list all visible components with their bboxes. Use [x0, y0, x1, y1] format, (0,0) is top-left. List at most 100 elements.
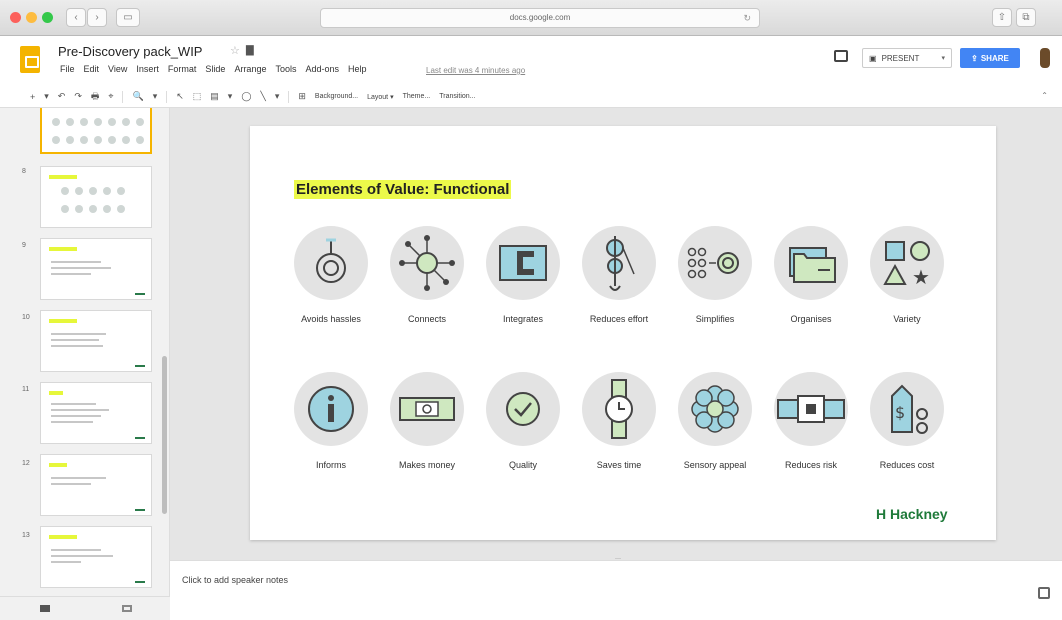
zoom-dropdown-icon[interactable]: ▾: [153, 91, 158, 102]
menu-arrange[interactable]: Arrange: [234, 64, 266, 74]
value-simplifies: Simplifies: [670, 226, 760, 325]
collapse-menu-icon[interactable]: ⌃: [1041, 91, 1048, 100]
text-box-icon[interactable]: ⬚: [193, 91, 202, 102]
zoom-icon[interactable]: 🔍: [132, 91, 143, 102]
slide-filmstrip: 8 9 10 11 12 13: [0, 108, 170, 596]
minimize-window-button[interactable]: [26, 12, 37, 23]
filmstrip-scrollbar[interactable]: [162, 356, 167, 514]
menu-view[interactable]: View: [108, 64, 127, 74]
banknote-icon: [399, 397, 455, 421]
value-label: Integrates: [502, 314, 544, 324]
value-label: Organises: [790, 314, 832, 324]
grid-view-icon[interactable]: [122, 605, 132, 612]
menu-file[interactable]: File: [60, 64, 75, 74]
new-slide-dropdown-icon[interactable]: ▾: [44, 91, 49, 102]
comments-icon[interactable]: [834, 50, 848, 62]
present-button[interactable]: ▣ PRESENT ▾: [862, 48, 952, 68]
dots-to-circle-icon: [687, 247, 739, 279]
share-icon: ⇪: [971, 53, 978, 63]
theme-button[interactable]: Theme...: [403, 93, 431, 100]
transition-button[interactable]: Transition...: [439, 93, 475, 100]
share-page-button[interactable]: ⇧: [992, 8, 1012, 27]
slide-thumbnail[interactable]: [40, 238, 152, 300]
paint-format-icon[interactable]: ⌖: [108, 91, 113, 102]
slide-thumbnail[interactable]: [40, 382, 152, 444]
value-label: Makes money: [398, 460, 456, 470]
slides-logo-icon[interactable]: [20, 46, 40, 73]
move-to-folder-icon[interactable]: ▇: [246, 45, 254, 56]
slide-number: 9: [22, 242, 26, 249]
value-label: Avoids hassles: [301, 314, 361, 324]
star-icon[interactable]: ☆: [230, 44, 240, 57]
network-hub-icon: [399, 235, 455, 291]
line-dropdown-icon[interactable]: ▾: [275, 91, 280, 102]
slide[interactable]: Elements of Value: Functional Avoids has…: [250, 126, 996, 540]
select-icon[interactable]: ↖: [176, 91, 184, 102]
slide-thumbnail-current[interactable]: [40, 108, 152, 154]
checkmark-icon: [506, 392, 540, 426]
value-quality: Quality: [478, 372, 568, 471]
speaker-notes-panel[interactable]: Click to add speaker notes: [170, 558, 1062, 620]
value-reduces-effort: Reduces effort: [574, 226, 664, 325]
forward-button[interactable]: ›: [87, 8, 107, 27]
new-slide-icon[interactable]: +: [30, 92, 35, 102]
toolbar-divider: [122, 90, 124, 103]
slide-thumbnail[interactable]: [40, 166, 152, 228]
last-edit-link[interactable]: Last edit was 4 minutes ago: [426, 66, 525, 75]
menu-help[interactable]: Help: [348, 64, 367, 74]
filmstrip-view-icon[interactable]: [40, 605, 50, 612]
value-connects: Connects: [382, 226, 472, 325]
maximize-window-button[interactable]: [42, 12, 53, 23]
account-avatar[interactable]: [1040, 48, 1050, 68]
layout-button[interactable]: Layout ▾: [367, 93, 393, 101]
menu-addons[interactable]: Add-ons: [305, 64, 339, 74]
share-button[interactable]: ⇪ SHARE: [960, 48, 1020, 68]
reload-icon[interactable]: ↻: [743, 9, 751, 27]
tabs-overview-button[interactable]: ⧉: [1016, 8, 1036, 27]
value-label: Sensory appeal: [683, 460, 747, 470]
folder-icon: [789, 247, 836, 283]
info-icon: [308, 386, 354, 432]
menu-edit[interactable]: Edit: [84, 64, 100, 74]
slide-thumbnail[interactable]: [40, 310, 152, 372]
notes-resize-handle[interactable]: [615, 558, 621, 564]
slide-thumbnail[interactable]: [40, 454, 152, 516]
undo-icon[interactable]: ↶: [58, 91, 66, 102]
value-label: Reduces risk: [784, 460, 838, 470]
menu-insert[interactable]: Insert: [136, 64, 159, 74]
sidebar-toggle-button[interactable]: ▭: [116, 8, 140, 27]
spiral-at-icon: [316, 238, 346, 283]
comment-add-icon[interactable]: ⊞: [298, 91, 306, 102]
flower-icon: [691, 385, 739, 433]
document-title[interactable]: Pre-Discovery pack_WIP: [58, 44, 202, 59]
slide-number: 12: [22, 460, 30, 467]
redo-icon[interactable]: ↷: [74, 91, 82, 102]
svg-text:★: ★: [912, 265, 930, 289]
line-icon[interactable]: ╲: [260, 91, 265, 102]
address-bar[interactable]: docs.google.com ↻: [320, 8, 760, 28]
value-variety: ★ Variety: [862, 226, 952, 325]
menu-tools[interactable]: Tools: [275, 64, 296, 74]
explore-icon[interactable]: [1038, 587, 1050, 599]
back-button[interactable]: ‹: [66, 8, 86, 27]
present-dropdown-icon[interactable]: ▾: [941, 54, 945, 62]
image-dropdown-icon[interactable]: ▾: [228, 91, 233, 102]
slide-number: 8: [22, 168, 26, 175]
print-icon[interactable]: 🖶: [91, 89, 100, 105]
menu-format[interactable]: Format: [168, 64, 197, 74]
watch-icon: [605, 379, 633, 439]
shape-icon[interactable]: ◯: [241, 91, 251, 102]
close-window-button[interactable]: [10, 12, 21, 23]
browser-title-bar: ‹ › ▭ docs.google.com ↻ ⇧ ⧉: [0, 0, 1062, 36]
editing-toolbar: + ▾ ↶ ↷ 🖶 ⌖ 🔍 ▾ ↖ ⬚ ▤ ▾ ◯ ╲ ▾ ⊞ Backgrou…: [0, 86, 1062, 108]
slide-title[interactable]: Elements of Value: Functional: [294, 180, 512, 199]
value-reduces-risk: Reduces risk: [766, 372, 856, 471]
image-icon[interactable]: ▤: [210, 91, 219, 102]
background-button[interactable]: Background...: [315, 93, 358, 100]
menu-bar: File Edit View Insert Format Slide Arran…: [60, 64, 367, 74]
value-makes-money: Makes money: [382, 372, 472, 471]
speaker-notes-placeholder[interactable]: Click to add speaker notes: [182, 575, 288, 585]
menu-slide[interactable]: Slide: [205, 64, 225, 74]
slide-thumbnail[interactable]: [40, 526, 152, 588]
toolbar-divider: [166, 90, 168, 103]
